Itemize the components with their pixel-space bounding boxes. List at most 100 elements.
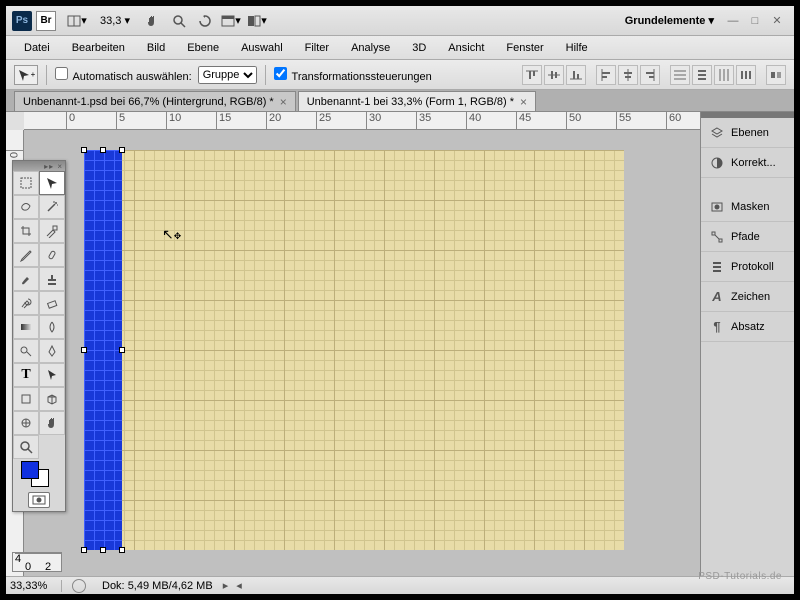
document-canvas[interactable]: ↖✥ xyxy=(84,150,624,550)
panel-korrekturen[interactable]: Korrekt... xyxy=(701,148,794,178)
distribute-top-icon[interactable] xyxy=(670,65,690,85)
gradient-tool-icon[interactable] xyxy=(13,315,39,339)
menu-bild[interactable]: Bild xyxy=(137,39,175,57)
color-swatches[interactable] xyxy=(13,459,65,489)
healing-tool-icon[interactable] xyxy=(39,243,65,267)
layout-dropdown-icon[interactable]: ▾ xyxy=(66,10,88,32)
eyedropper-tool-icon[interactable] xyxy=(13,243,39,267)
tab-close-icon[interactable]: × xyxy=(280,95,287,109)
lasso-tool-icon[interactable] xyxy=(13,195,39,219)
status-zoom[interactable]: 33,33% xyxy=(6,580,62,592)
menu-ebene[interactable]: Ebene xyxy=(177,39,229,57)
stamp-tool-icon[interactable] xyxy=(39,267,65,291)
document-tab[interactable]: Unbenannt-1.psd bei 66,7% (Hintergrund, … xyxy=(14,91,296,111)
zoom-tool-icon[interactable] xyxy=(13,435,39,459)
tab-label: Unbenannt-1.psd bei 66,7% (Hintergrund, … xyxy=(23,96,274,108)
arrange-icon[interactable]: ▾ xyxy=(246,10,268,32)
zoom-select[interactable]: 33,3 ▾ xyxy=(96,13,134,28)
distribute-vcenter-icon[interactable] xyxy=(692,65,712,85)
hand-icon[interactable] xyxy=(142,10,164,32)
wand-tool-icon[interactable] xyxy=(39,195,65,219)
eraser-tool-icon[interactable] xyxy=(39,291,65,315)
bridge-icon[interactable]: Br xyxy=(36,11,56,31)
align-top-icon[interactable] xyxy=(522,65,542,85)
blur-tool-icon[interactable] xyxy=(39,315,65,339)
menu-3d[interactable]: 3D xyxy=(402,39,436,57)
status-doc-size[interactable]: Dok: 5,49 MB/4,62 MB xyxy=(96,580,219,592)
pen-tool-icon[interactable] xyxy=(39,339,65,363)
distribute-hcenter-icon[interactable] xyxy=(736,65,756,85)
crop-tool-icon[interactable] xyxy=(13,219,39,243)
auto-select-checkbox[interactable]: Automatisch auswählen: xyxy=(55,67,192,83)
type-tool-icon[interactable]: T xyxy=(13,363,39,387)
3d-tool-icon[interactable] xyxy=(39,387,65,411)
menu-bearbeiten[interactable]: Bearbeiten xyxy=(62,39,135,57)
transform-handle[interactable] xyxy=(81,147,87,153)
tab-close-icon[interactable]: × xyxy=(520,95,527,109)
quick-mask-toggle[interactable] xyxy=(13,489,65,511)
status-menu-icon[interactable]: ▸ xyxy=(223,579,229,592)
menu-filter[interactable]: Filter xyxy=(295,39,339,57)
panel-ebenen[interactable]: Ebenen xyxy=(701,118,794,148)
dodge-tool-icon[interactable] xyxy=(13,339,39,363)
transform-handle[interactable] xyxy=(81,347,87,353)
align-bottom-icon[interactable] xyxy=(566,65,586,85)
menu-hilfe[interactable]: Hilfe xyxy=(556,39,598,57)
canvas-viewport[interactable]: ↖✥ xyxy=(24,130,700,576)
horizontal-ruler[interactable]: 0 5 10 15 20 25 30 35 40 45 50 55 60 xyxy=(24,112,700,130)
slice-tool-icon[interactable] xyxy=(39,219,65,243)
align-right-icon[interactable] xyxy=(640,65,660,85)
character-icon: A xyxy=(709,289,725,305)
minimize-icon[interactable]: — xyxy=(724,14,742,28)
maximize-icon[interactable]: □ xyxy=(746,14,764,28)
distribute-bottom-icon[interactable] xyxy=(714,65,734,85)
panel-pfade[interactable]: Pfade xyxy=(701,222,794,252)
status-indicator-icon xyxy=(72,579,86,593)
canvas-area: 0 5 10 15 20 25 30 35 40 45 50 55 60 0 xyxy=(6,112,700,576)
align-hcenter-icon[interactable] xyxy=(618,65,638,85)
panel-protokoll[interactable]: Protokoll xyxy=(701,252,794,282)
panel-masken[interactable]: Masken xyxy=(701,192,794,222)
move-tool-icon[interactable] xyxy=(39,171,65,195)
move-tool-icon[interactable]: + xyxy=(14,65,38,85)
menu-auswahl[interactable]: Auswahl xyxy=(231,39,293,57)
transform-handle[interactable] xyxy=(100,147,106,153)
transform-handle[interactable] xyxy=(100,547,106,553)
navigator-mini[interactable]: 4 0 2 xyxy=(12,552,62,572)
right-panel-dock: Ebenen Korrekt... Masken Pfade Protokoll… xyxy=(700,112,794,576)
panel-zeichen[interactable]: A Zeichen xyxy=(701,282,794,312)
transform-handle[interactable] xyxy=(81,547,87,553)
transform-handle[interactable] xyxy=(119,347,125,353)
transform-handle[interactable] xyxy=(119,547,125,553)
history-brush-tool-icon[interactable] xyxy=(13,291,39,315)
brush-tool-icon[interactable] xyxy=(13,267,39,291)
menu-analyse[interactable]: Analyse xyxy=(341,39,400,57)
menu-ansicht[interactable]: Ansicht xyxy=(438,39,494,57)
menu-datei[interactable]: Datei xyxy=(14,39,60,57)
panel-absatz[interactable]: ¶ Absatz xyxy=(701,312,794,342)
hand-tool-icon[interactable] xyxy=(39,411,65,435)
shape-form-1[interactable] xyxy=(84,150,122,550)
align-left-icon[interactable] xyxy=(596,65,616,85)
shape-tool-icon[interactable] xyxy=(13,387,39,411)
auto-align-icon[interactable] xyxy=(766,65,786,85)
toolbox-header[interactable]: ▸▸ × xyxy=(13,161,65,171)
close-icon[interactable]: ✕ xyxy=(768,14,786,28)
zoom-icon[interactable] xyxy=(168,10,190,32)
document-tab[interactable]: Unbenannt-1 bei 33,3% (Form 1, RGB/8) * … xyxy=(298,91,536,111)
screen-mode-icon[interactable]: ▾ xyxy=(220,10,242,32)
3d-camera-tool-icon[interactable] xyxy=(13,411,39,435)
workspace-switcher[interactable]: Grundelemente ▾ xyxy=(617,12,722,29)
path-select-tool-icon[interactable] xyxy=(39,363,65,387)
rotate-icon[interactable] xyxy=(194,10,216,32)
transform-controls-checkbox[interactable]: Transformationssteuerungen xyxy=(274,67,432,83)
auto-select-target[interactable]: Gruppe xyxy=(198,66,257,84)
align-vcenter-icon[interactable] xyxy=(544,65,564,85)
scroll-left-icon[interactable]: ◂ xyxy=(236,579,242,592)
marquee-tool-icon[interactable] xyxy=(13,171,39,195)
toolbox-panel: ▸▸ × T xyxy=(12,160,66,512)
menu-fenster[interactable]: Fenster xyxy=(496,39,553,57)
foreground-color[interactable] xyxy=(21,461,39,479)
transform-handle[interactable] xyxy=(119,147,125,153)
document-tab-strip: Unbenannt-1.psd bei 66,7% (Hintergrund, … xyxy=(6,90,794,112)
